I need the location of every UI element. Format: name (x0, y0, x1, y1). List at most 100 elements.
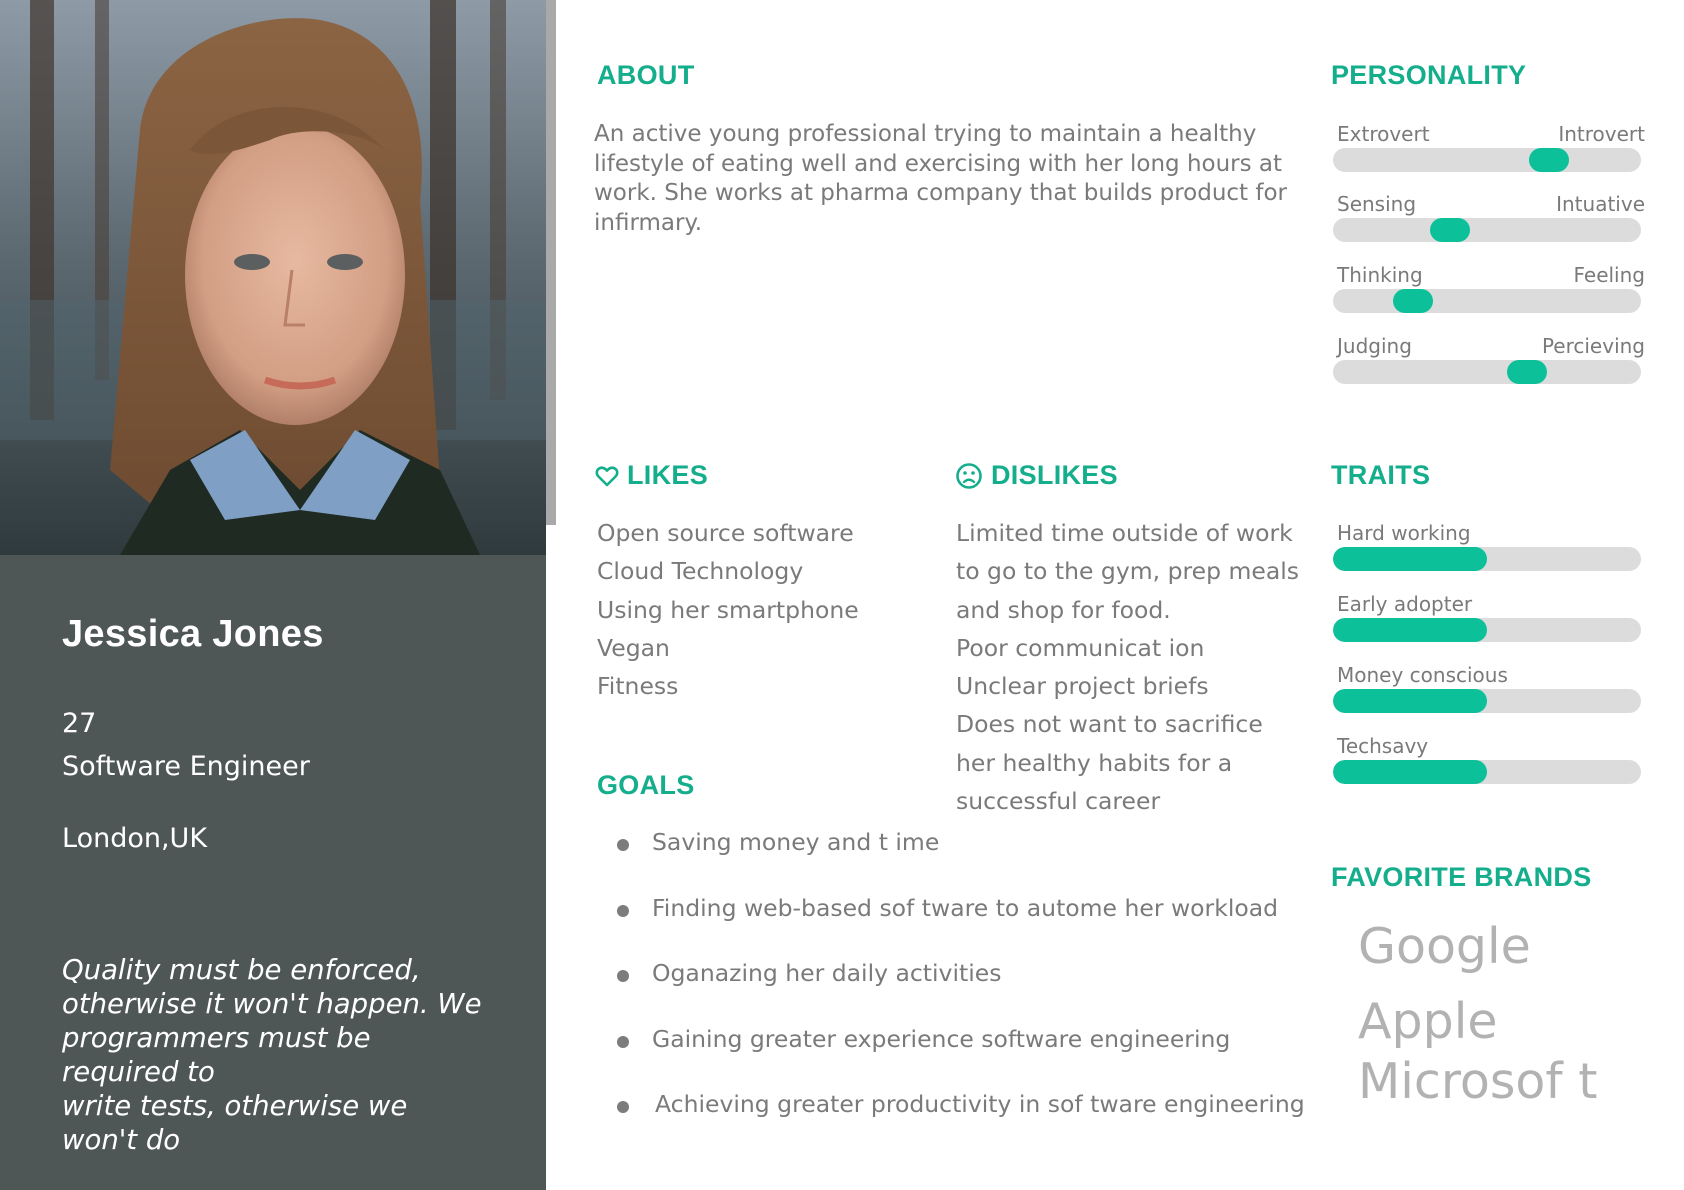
quote-line: Quality must be enforced, (62, 954, 421, 986)
trait-bar: Techsavy (1333, 734, 1645, 784)
scale-marker (1528, 148, 1569, 172)
bullet-icon (617, 1101, 629, 1113)
dislikes-heading-text: DISLIKES (991, 460, 1118, 490)
list-item: to go to the gym, prep meals (956, 557, 1300, 586)
trait-track (1333, 618, 1641, 642)
about-line: work. She works at pharma company that b… (594, 180, 1288, 206)
scale-marker (1430, 218, 1471, 242)
traits-heading: TRAITS (1331, 460, 1430, 491)
brands-heading: FAVORITE BRANDS (1331, 862, 1592, 893)
trait-label: Techsavy (1337, 734, 1429, 758)
quote-line: won't do (62, 1124, 181, 1156)
scale-marker (1393, 289, 1434, 313)
list-item: and shop for food. (956, 595, 1171, 624)
trait-fill (1333, 760, 1487, 784)
quote-line: write tests, otherwise we (62, 1090, 408, 1122)
brands-heading-text: FAVORITE BRANDS (1331, 862, 1592, 892)
list-item: Cloud Technology (597, 557, 804, 586)
about-text: An active young professional trying to m… (594, 120, 1334, 238)
bullet-icon (617, 1035, 629, 1048)
brand-item: Apple (1358, 993, 1498, 1050)
list-item: her healthy habits for a (956, 748, 1233, 777)
traits-heading-text: TRAITS (1331, 460, 1431, 490)
personality-heading: PERSONALITY (1331, 60, 1526, 91)
personality-scale: Sensing Intuative (1333, 192, 1645, 252)
brand-item: Google (1358, 918, 1531, 975)
personality-scale: Judging Percieving (1333, 334, 1645, 394)
trait-label: Early adopter (1337, 592, 1473, 616)
goal-text: Finding web-based sof tware to autome he… (652, 893, 1279, 922)
bullet-icon (617, 839, 629, 851)
brands-list: Google Apple Microsof t (1358, 915, 1597, 1112)
dislikes-list: Limited time outside of work to go to th… (956, 514, 1299, 820)
sad-face-icon (956, 462, 982, 489)
trait-label: Hard working (1337, 521, 1471, 545)
scale-left-label: Extrovert (1337, 122, 1430, 146)
list-item: Poor communicat ion (956, 633, 1205, 662)
likes-list: Open source software Cloud Technology Us… (597, 514, 859, 705)
persona-quote: Quality must be enforced, otherwise it w… (62, 953, 512, 1157)
scale-track (1333, 360, 1641, 384)
profile-panel: Jessica Jones 27 Software Engineer Londo… (0, 555, 546, 1190)
list-item: Open source software (597, 519, 854, 547)
likes-heading-text: LIKES (627, 460, 709, 490)
persona-location: London,UK (62, 823, 208, 854)
heart-icon (595, 466, 619, 486)
quote-line: required to (62, 1056, 215, 1088)
trait-bar: Early adopter (1333, 592, 1645, 642)
list-item: successful career (956, 787, 1161, 816)
profile-photo (0, 0, 546, 555)
list-item: Vegan (597, 633, 670, 662)
scale-left-label: Thinking (1337, 263, 1423, 287)
persona-age: 27 (62, 708, 97, 739)
about-heading-text: ABOUT (597, 60, 695, 90)
scale-track (1333, 289, 1641, 313)
persona-occupation: Software Engineer (62, 751, 310, 782)
list-item: Unclear project briefs (956, 672, 1209, 701)
trait-track (1333, 689, 1641, 713)
brand-item: Microsof t (1358, 1053, 1598, 1110)
scale-right-label: Introvert (1558, 122, 1645, 146)
about-heading: ABOUT (597, 60, 695, 91)
list-item: Fitness (597, 672, 679, 701)
about-line: An active young professional trying to m… (594, 121, 1257, 147)
scale-marker (1507, 360, 1548, 384)
trait-bar: Hard working (1333, 521, 1645, 571)
scale-right-label: Intuative (1556, 192, 1645, 216)
trait-track (1333, 760, 1641, 784)
about-line: lifestyle of eating well and exercising … (594, 150, 1283, 177)
trait-fill (1333, 618, 1487, 642)
goals-heading-text: GOALS (597, 770, 695, 800)
scale-track (1333, 148, 1641, 172)
photo-border (546, 0, 556, 525)
dislikes-heading: DISLIKES (955, 460, 1118, 491)
likes-heading: LIKES (595, 460, 708, 491)
goal-text: Oganazing her daily activities (652, 959, 1002, 987)
trait-bar: Money conscious (1333, 663, 1645, 713)
persona-name: Jessica Jones (62, 613, 324, 655)
about-line: infirmary. (594, 209, 703, 236)
quote-line: otherwise it won't happen. We (62, 988, 482, 1020)
trait-fill (1333, 547, 1487, 571)
scale-right-label: Percieving (1541, 334, 1645, 358)
list-item: Does not want to sacrifice (956, 710, 1263, 739)
bullet-icon (617, 970, 629, 982)
list-item: Using her smartphone (597, 595, 859, 624)
scale-left-label: Sensing (1337, 192, 1417, 216)
personality-scale: Extrovert Introvert (1333, 122, 1645, 182)
quote-line: programmers must be (62, 1022, 371, 1054)
goal-text: Saving money and t ime (652, 828, 940, 856)
bullet-icon (617, 904, 629, 917)
personality-scale: Thinking Feeling (1333, 263, 1645, 323)
goal-text: Achieving greater productivity in sof tw… (655, 1090, 1305, 1118)
list-item: Limited time outside of work (956, 519, 1293, 547)
goals-heading: GOALS (597, 770, 695, 801)
goal-text: Gaining greater experience software engi… (652, 1024, 1231, 1053)
trait-fill (1333, 689, 1487, 713)
trait-label: Money conscious (1337, 663, 1508, 687)
trait-track (1333, 547, 1641, 571)
scale-track (1333, 218, 1641, 242)
personality-heading-text: PERSONALITY (1331, 60, 1527, 90)
scale-left-label: Judging (1337, 334, 1412, 358)
scale-right-label: Feeling (1573, 263, 1645, 287)
